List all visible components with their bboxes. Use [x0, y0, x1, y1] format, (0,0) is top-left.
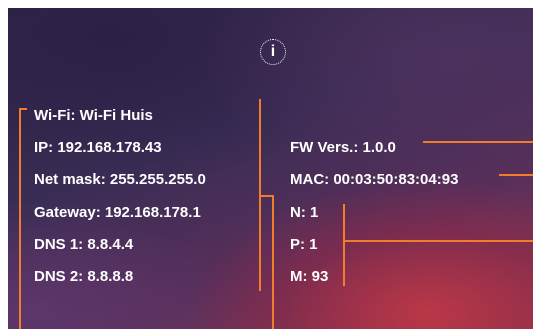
- ip-label: IP: 192.168.178.43: [34, 139, 162, 156]
- device-info-screen: i Wi-Fi: Wi-Fi Huis IP: 192.168.178.43 N…: [8, 8, 533, 329]
- m-label: M: 93: [290, 268, 329, 285]
- network-bracket-leg: [272, 195, 274, 329]
- info-glyph: i: [270, 43, 276, 60]
- p-label: P: 1: [290, 236, 318, 253]
- network-callout-tick: [19, 108, 27, 110]
- npm-bracket: [343, 204, 345, 286]
- mac-label: MAC: 00:03:50:83:04:93: [290, 171, 459, 188]
- npm-connector: [343, 240, 533, 242]
- fw-version-label: FW Vers.: 1.0.0: [290, 139, 396, 156]
- fw-version-connector: [423, 141, 533, 143]
- info-icon[interactable]: i: [260, 39, 286, 65]
- mac-connector: [499, 174, 533, 176]
- dns2-label: DNS 2: 8.8.8.8: [34, 268, 134, 285]
- network-callout-line: [19, 108, 21, 329]
- n-label: N: 1: [290, 204, 319, 221]
- wifi-label: Wi-Fi: Wi-Fi Huis: [34, 107, 153, 124]
- gateway-label: Gateway: 192.168.178.1: [34, 204, 201, 221]
- net-mask-label: Net mask: 255.255.255.0: [34, 171, 206, 188]
- dns1-label: DNS 1: 8.8.4.4: [34, 236, 134, 253]
